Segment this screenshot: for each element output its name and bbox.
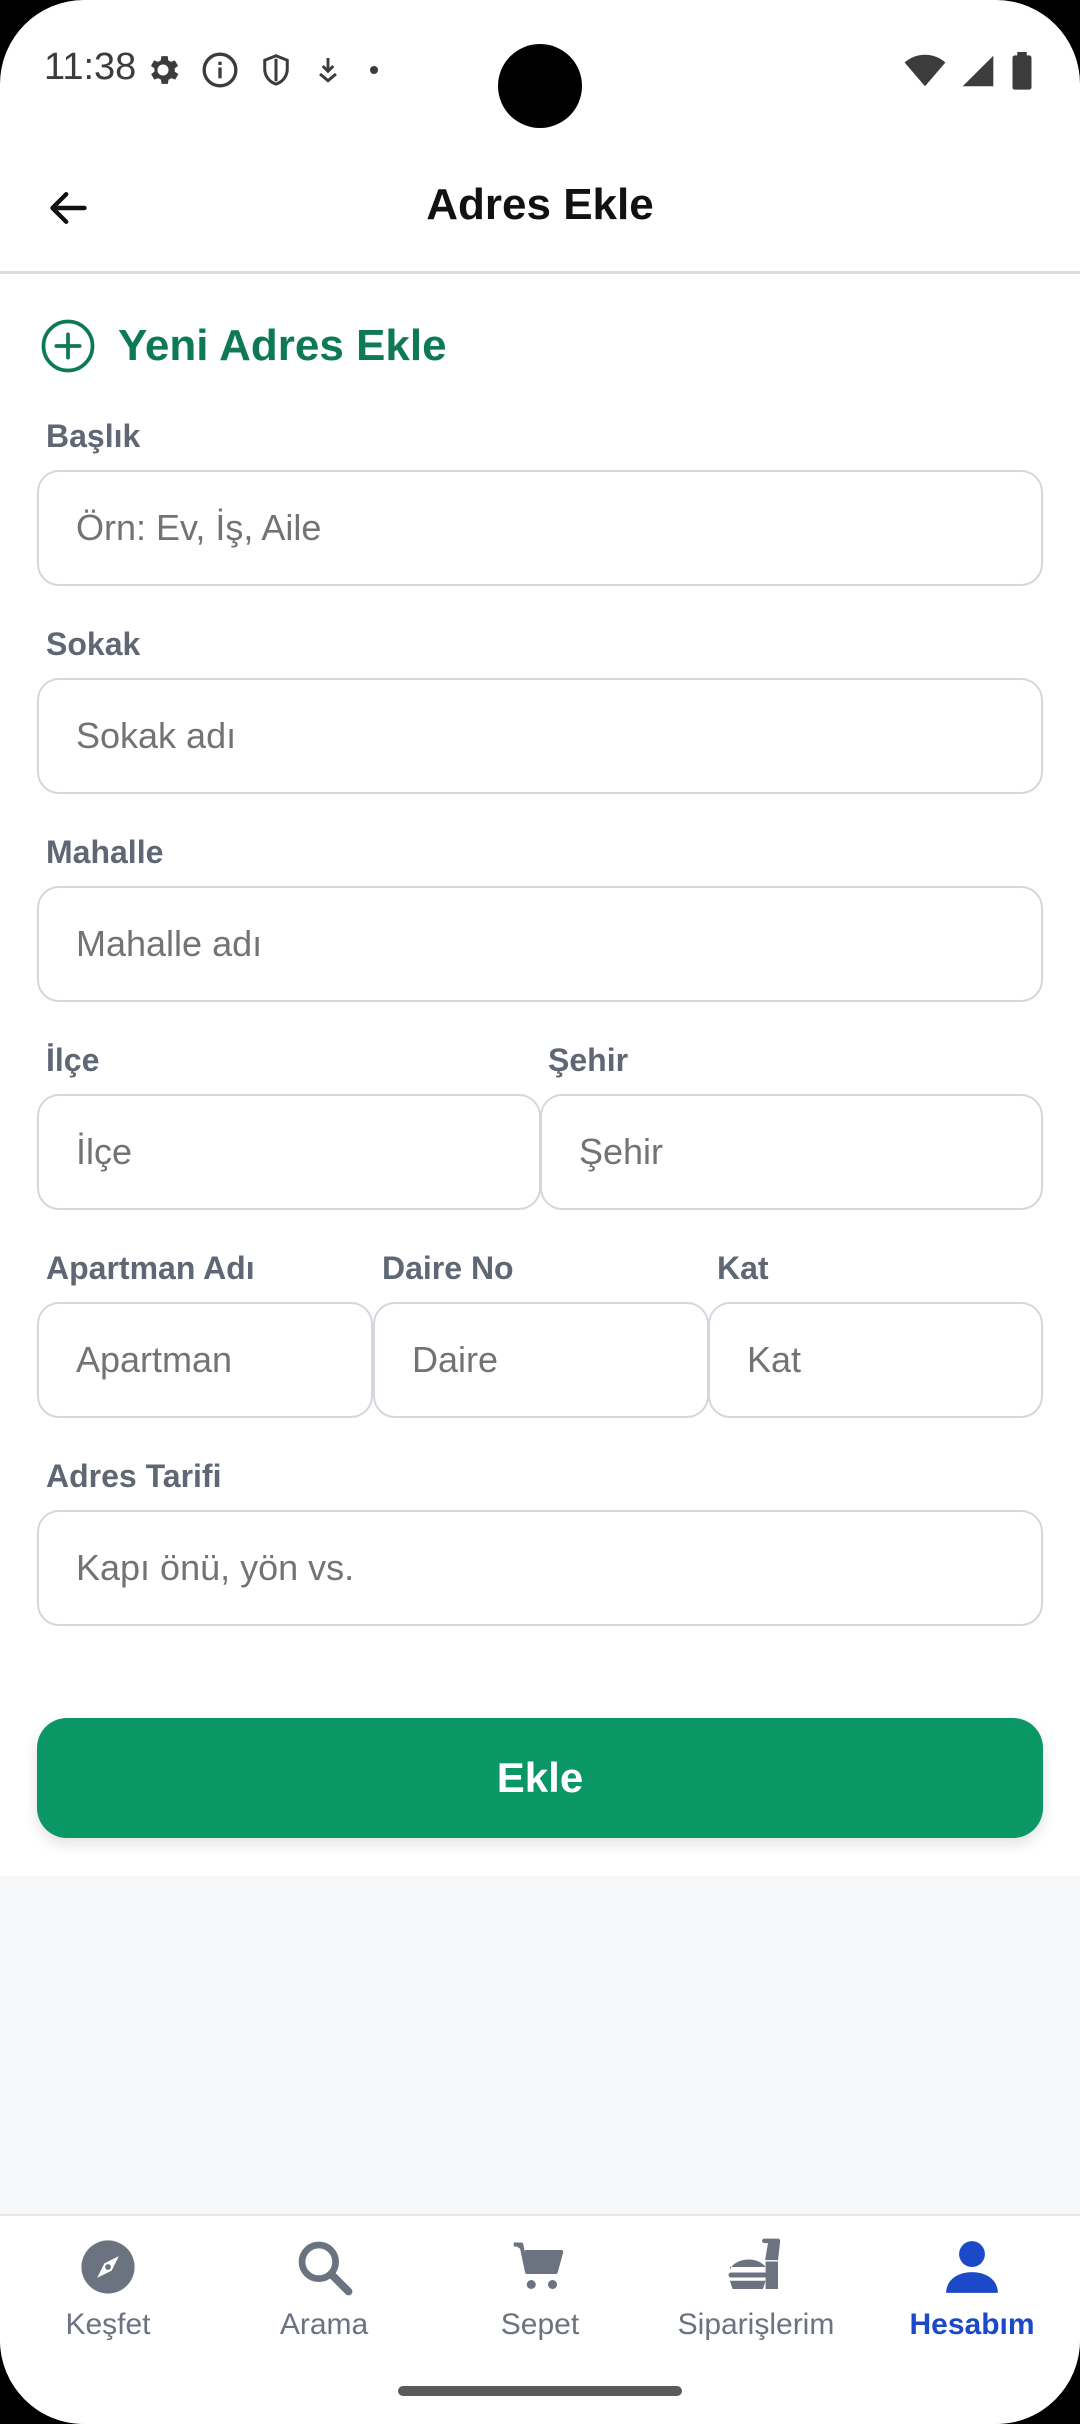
food-delivery-icon <box>728 2238 781 2289</box>
dot-icon <box>370 66 378 74</box>
screen: 11:38 Adres Ekle Yeni Adres Ekle Başlık <box>0 0 1080 2424</box>
nav-label-arama: Arama <box>279 2308 369 2341</box>
settings-icon <box>150 56 179 84</box>
mahalle-input[interactable] <box>76 923 1041 965</box>
sehir-field[interactable] <box>540 1094 1043 1210</box>
baslik-field[interactable] <box>37 470 1043 586</box>
compass-icon <box>81 2240 135 2294</box>
tarif-label: Adres Tarifi <box>46 1458 222 1494</box>
nav-label-siparislerim: Siparişlerim <box>677 2308 835 2341</box>
ilce-label: İlçe <box>46 1042 100 1078</box>
download-icon <box>319 58 337 83</box>
section-header: Yeni Adres Ekle <box>40 318 447 374</box>
shield-icon <box>263 54 289 86</box>
submit-button[interactable]: Ekle <box>37 1718 1043 1838</box>
address-form: Yeni Adres Ekle Başlık Sokak Mahalle İlç… <box>0 276 1080 1876</box>
nav-label-kesfet: Keşfet <box>65 2308 151 2341</box>
daire-label: Daire No <box>382 1250 514 1286</box>
search-icon <box>298 2241 353 2296</box>
status-time: 11:38 <box>44 46 137 88</box>
nav-label-sepet: Sepet <box>500 2308 580 2341</box>
info-icon <box>202 52 238 88</box>
sehir-label: Şehir <box>548 1042 629 1078</box>
ilce-input[interactable] <box>76 1131 539 1173</box>
sokak-input[interactable] <box>76 715 1041 757</box>
status-bar: 11:38 <box>0 0 1080 140</box>
apartman-label: Apartman Adı <box>46 1250 255 1286</box>
nav-item-siparislerim[interactable]: Siparişlerim <box>648 2234 864 2354</box>
apartman-input[interactable] <box>76 1339 371 1381</box>
sokak-field[interactable] <box>37 678 1043 794</box>
baslik-label: Başlık <box>46 418 141 454</box>
nav-item-sepet[interactable]: Sepet <box>432 2234 648 2354</box>
person-icon <box>946 2241 998 2293</box>
kat-field[interactable] <box>708 1302 1043 1418</box>
nav-item-hesabim[interactable]: Hesabım <box>864 2234 1080 2354</box>
mahalle-field[interactable] <box>37 886 1043 1002</box>
tarif-field[interactable] <box>37 1510 1043 1626</box>
battery-icon <box>1012 52 1032 90</box>
empty-area <box>0 1876 1080 2216</box>
status-notification-icons <box>144 50 386 90</box>
mahalle-label: Mahalle <box>46 834 164 870</box>
signal-icon <box>962 55 994 87</box>
page-title: Adres Ekle <box>426 180 654 229</box>
ilce-field[interactable] <box>37 1094 541 1210</box>
kat-input[interactable] <box>747 1339 1041 1381</box>
baslik-input[interactable] <box>76 507 1041 549</box>
cart-icon <box>513 2242 564 2289</box>
nav-item-arama[interactable]: Arama <box>216 2234 432 2354</box>
kat-label: Kat <box>717 1250 769 1286</box>
tarif-input[interactable] <box>76 1547 1041 1589</box>
sokak-label: Sokak <box>46 626 141 662</box>
nav-label-hesabim: Hesabım <box>909 2308 1035 2341</box>
status-system-icons <box>904 52 1034 90</box>
sehir-input[interactable] <box>579 1131 1041 1173</box>
section-title: Yeni Adres Ekle <box>118 321 447 370</box>
camera-cutout <box>498 44 582 128</box>
daire-input[interactable] <box>412 1339 707 1381</box>
apartman-field[interactable] <box>37 1302 373 1418</box>
nav-item-kesfet[interactable]: Keşfet <box>0 2234 216 2354</box>
daire-field[interactable] <box>373 1302 709 1418</box>
app-bar: Adres Ekle <box>0 140 1080 274</box>
home-indicator[interactable] <box>398 2386 682 2396</box>
wifi-icon <box>904 54 946 87</box>
add-circle-icon <box>41 319 95 373</box>
